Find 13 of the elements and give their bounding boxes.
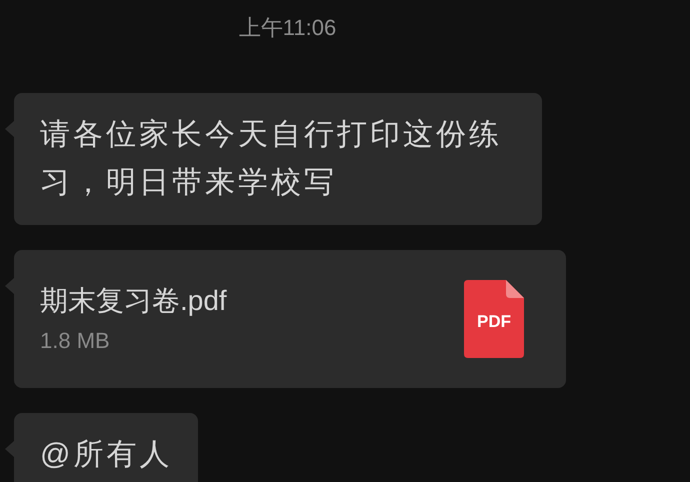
message-bubble[interactable]: 请各位家长今天自行打印这份练习，明日带来学校写 bbox=[14, 93, 542, 225]
bubble-tail bbox=[5, 121, 14, 137]
file-message-card[interactable]: 期末复习卷.pdf 1.8 MB PDF bbox=[14, 250, 566, 388]
file-size: 1.8 MB bbox=[40, 327, 111, 355]
message-text: 请各位家长今天自行打印这份练习，明日带来学校写 bbox=[40, 117, 503, 201]
bubble-tail bbox=[5, 441, 14, 457]
bubble-tail bbox=[5, 278, 14, 294]
message-text: @所有人 bbox=[40, 437, 172, 473]
file-type-label: PDF bbox=[477, 311, 511, 334]
pdf-file-icon bbox=[464, 280, 524, 358]
timestamp: 上午11:06 bbox=[238, 14, 336, 42]
file-name: 期末复习卷.pdf bbox=[40, 284, 227, 318]
message-bubble[interactable]: @所有人 bbox=[14, 413, 198, 482]
